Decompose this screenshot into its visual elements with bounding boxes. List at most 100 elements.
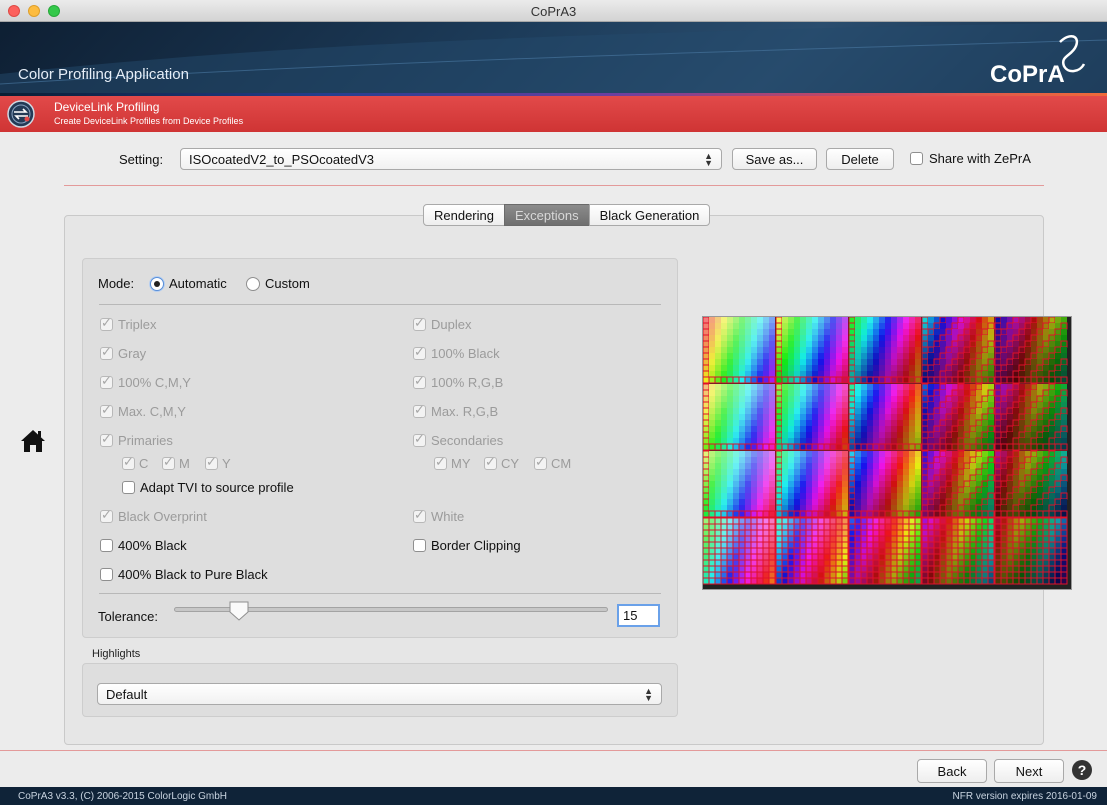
color-block <box>848 450 922 518</box>
black-overprint-label: Black Overprint <box>118 509 207 524</box>
tolerance-separator <box>99 593 661 594</box>
color-block <box>775 383 849 451</box>
tolerance-slider-thumb[interactable] <box>228 600 250 622</box>
rgb100-label: 100% R,G,B <box>431 375 504 390</box>
color-block <box>994 317 1068 384</box>
primary-m-label: M <box>179 456 190 471</box>
setting-select-value: ISOcoatedV2_to_PSOcoatedV3 <box>189 152 375 167</box>
border-clipping-checkbox[interactable] <box>413 539 426 552</box>
color-block <box>994 517 1068 585</box>
duplex-checkbox[interactable]: ✓ <box>413 315 426 331</box>
home-icon[interactable] <box>20 428 46 454</box>
devicelink-icon <box>7 100 35 128</box>
mode-label: Mode: <box>98 276 135 291</box>
bottom-divider <box>0 750 1107 751</box>
license-expiry-text: NFR version expires 2016-01-09 <box>952 791 1097 802</box>
setting-label: Setting: <box>119 152 164 167</box>
section-header: DeviceLink Profiling Create DeviceLink P… <box>0 96 1107 132</box>
color-block <box>703 450 776 518</box>
primary-m-checkbox[interactable]: ✓ <box>162 454 175 470</box>
black100-checkbox[interactable]: ✓ <box>413 344 426 360</box>
tab-black-generation[interactable]: Black Generation <box>588 204 711 226</box>
color-block <box>848 317 922 384</box>
max-rgb-checkbox[interactable]: ✓ <box>413 402 426 418</box>
setting-select[interactable]: ISOcoatedV2_to_PSOcoatedV3 ▲ ▼ <box>180 148 722 170</box>
next-button[interactable]: Next <box>994 759 1064 783</box>
black100-label: 100% Black <box>431 346 500 361</box>
logo-text: CoPrA <box>990 61 1065 88</box>
section-subtitle: Create DeviceLink Profiles from Device P… <box>54 116 244 126</box>
adapt-tvi-label: Adapt TVI to source profile <box>140 480 294 495</box>
secondary-my-checkbox[interactable]: ✓ <box>434 454 447 470</box>
secondaries-label: Secondaries <box>431 433 504 448</box>
black400-checkbox[interactable] <box>100 539 113 552</box>
adapt-tvi-checkbox[interactable] <box>122 481 135 494</box>
help-icon[interactable]: ? <box>1072 760 1092 780</box>
window-titlebar: CoPrA3 <box>0 0 1107 22</box>
delete-button[interactable]: Delete <box>826 148 894 170</box>
updown-arrows-icon: ▲ ▼ <box>644 686 653 703</box>
tab-exceptions[interactable]: Exceptions <box>504 204 590 226</box>
cmy100-checkbox[interactable]: ✓ <box>100 373 113 389</box>
secondaries-checkbox[interactable]: ✓ <box>413 431 426 447</box>
max-rgb-label: Max. R,G,B <box>431 404 499 419</box>
color-block <box>921 383 995 451</box>
color-block <box>994 450 1068 518</box>
save-as-button[interactable]: Save as... <box>732 148 817 170</box>
gray-label: Gray <box>118 346 147 361</box>
primaries-checkbox[interactable]: ✓ <box>100 431 113 447</box>
primaries-label: Primaries <box>118 433 173 448</box>
share-zepra-label: Share with ZePrA <box>929 151 1031 166</box>
cmy100-label: 100% C,M,Y <box>118 375 191 390</box>
share-zepra-checkbox[interactable] <box>910 152 923 165</box>
tab-rendering[interactable]: Rendering <box>423 204 505 226</box>
white-checkbox[interactable]: ✓ <box>413 507 426 523</box>
primary-c-checkbox[interactable]: ✓ <box>122 454 135 470</box>
highlights-label: Highlights <box>92 648 141 660</box>
mode-separator <box>99 304 661 305</box>
mode-automatic-radio[interactable] <box>150 277 164 291</box>
app-title: Color Profiling Application <box>18 66 189 83</box>
section-title: DeviceLink Profiling <box>54 100 160 114</box>
back-button[interactable]: Back <box>917 759 987 783</box>
border-clipping-label: Border Clipping <box>431 538 521 553</box>
white-label: White <box>431 509 465 524</box>
gray-checkbox[interactable]: ✓ <box>100 344 113 360</box>
tolerance-label: Tolerance: <box>98 609 158 624</box>
tab-bar: Rendering Exceptions Black Generation <box>423 204 711 226</box>
secondary-cy-checkbox[interactable]: ✓ <box>484 454 497 470</box>
mode-automatic-label: Automatic <box>169 276 227 291</box>
color-block <box>921 317 995 384</box>
color-block <box>848 383 922 451</box>
secondary-my-label: MY <box>451 456 471 471</box>
color-block <box>848 517 922 585</box>
tolerance-input[interactable]: 15 <box>617 604 660 627</box>
color-block <box>703 317 776 384</box>
triplex-checkbox[interactable]: ✓ <box>100 315 113 331</box>
black400-pure-checkbox[interactable] <box>100 568 113 581</box>
rgb100-checkbox[interactable]: ✓ <box>413 373 426 389</box>
color-block <box>775 517 849 585</box>
primary-y-checkbox[interactable]: ✓ <box>205 454 218 470</box>
copra-logo: CoPrA <box>990 34 1086 88</box>
secondary-cm-checkbox[interactable]: ✓ <box>534 454 547 470</box>
color-block <box>921 450 995 518</box>
primary-c-label: C <box>139 456 149 471</box>
mode-custom-label: Custom <box>265 276 310 291</box>
color-block <box>775 450 849 518</box>
max-cmy-checkbox[interactable]: ✓ <box>100 402 113 418</box>
highlights-select[interactable]: Default ▲ ▼ <box>97 683 662 705</box>
secondary-cy-label: CY <box>501 456 520 471</box>
black400-label: 400% Black <box>118 538 187 553</box>
black-overprint-checkbox[interactable]: ✓ <box>100 507 113 523</box>
secondary-cm-label: CM <box>551 456 572 471</box>
banner-swoosh-graphic <box>0 22 1107 94</box>
color-block <box>994 383 1068 451</box>
copyright-text: CoPrA3 v3.3, (C) 2006-2015 ColorLogic Gm… <box>18 791 227 802</box>
max-cmy-label: Max. C,M,Y <box>118 404 186 419</box>
status-bar: CoPrA3 v3.3, (C) 2006-2015 ColorLogic Gm… <box>0 787 1107 805</box>
top-divider <box>64 185 1044 186</box>
highlights-select-value: Default <box>106 687 148 702</box>
mode-custom-radio[interactable] <box>246 277 260 291</box>
black400-pure-label: 400% Black to Pure Black <box>118 567 268 582</box>
